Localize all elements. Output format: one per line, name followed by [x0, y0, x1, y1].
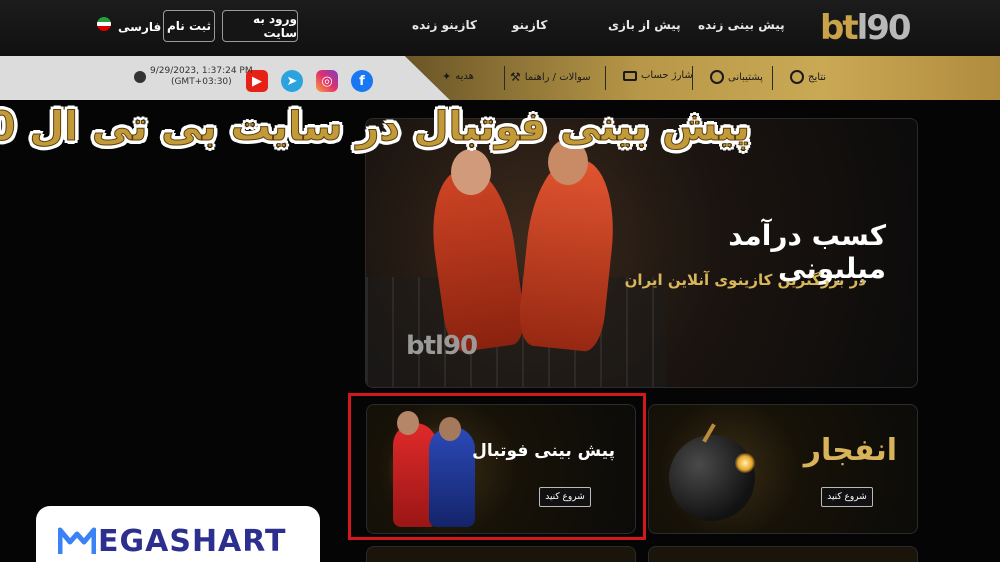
deposit-label: شارژ حساب — [641, 70, 693, 81]
results-label: نتایج — [808, 71, 827, 83]
top-navbar: bt l90 پیش بینی زنده پیش از بازی کازینو ک… — [0, 0, 1000, 56]
nav-casino[interactable]: کازینو — [512, 18, 547, 32]
nav-live-casino[interactable]: کازینو زنده — [412, 18, 477, 32]
page: bt l90 پیش بینی زنده پیش از بازی کازینو ک… — [0, 0, 1000, 562]
hammer-icon: ⚒ — [510, 70, 521, 84]
nav-pre-match[interactable]: پیش از بازی — [608, 18, 681, 32]
results-icon — [790, 70, 804, 84]
gift-label: هدیه — [455, 71, 474, 82]
subbar-menu-section — [405, 56, 1000, 100]
banner-logo: btl90 — [406, 331, 478, 361]
nav-live-betting[interactable]: پیش بینی زنده — [698, 18, 785, 32]
crash-game-card[interactable]: انفجار شروع کنید — [648, 404, 918, 534]
fuse-spark-icon — [735, 453, 755, 473]
gift-icon: ✦ — [442, 70, 452, 83]
crash-start-button[interactable]: شروع کنید — [821, 487, 873, 507]
globe-icon — [134, 71, 146, 83]
wallet-icon — [623, 70, 637, 81]
megashart-watermark: EGASHART — [36, 506, 320, 562]
language-selector[interactable]: فارسی — [118, 20, 161, 34]
bomb-icon — [669, 435, 755, 521]
banner-subtitle: در بزرگترین کازینوی آنلاین ایران — [624, 271, 866, 289]
highlight-frame — [348, 393, 646, 540]
support-label: پشتیبانی — [728, 71, 763, 83]
datetime-line2: (GMT+03:30) — [170, 77, 232, 87]
register-button[interactable]: ثبت نام — [163, 10, 215, 42]
instagram-icon[interactable]: ◎ — [316, 70, 338, 92]
subbar-divider — [605, 66, 606, 90]
subbar-divider — [504, 66, 505, 90]
logo-text-silver: l90 — [856, 8, 912, 48]
logo-text-gold: bt — [820, 8, 859, 48]
crash-card-title: انفجار — [803, 433, 897, 468]
game-card-partial[interactable] — [648, 546, 918, 562]
subbar-item-deposit[interactable]: شارژ حساب — [623, 70, 693, 81]
datetime-display: 9/29/2023, 1:37:24 PM (GMT+03:30) — [150, 66, 253, 88]
subbar-item-support[interactable]: پشتیبانی — [710, 70, 763, 84]
game-card-partial[interactable] — [366, 546, 636, 562]
datetime-line1: 9/29/2023, 1:37:24 PM — [150, 66, 253, 76]
subbar-item-results[interactable]: نتایج — [790, 70, 826, 84]
support-icon — [710, 70, 724, 84]
hero-banner[interactable]: کسب درآمد میلیونی در بزرگترین کازینوی آن… — [365, 118, 918, 388]
watermark-text: EGASHART — [98, 523, 287, 559]
megashart-logo-icon — [58, 527, 96, 554]
telegram-icon[interactable]: ➤ — [281, 70, 303, 92]
subbar-item-gift[interactable]: هدیه ✦ — [442, 70, 474, 83]
iran-flag-icon — [97, 17, 111, 31]
faq-label: سوالات / راهنما — [524, 71, 591, 83]
facebook-icon[interactable]: f — [351, 70, 373, 92]
article-headline: پیش بینی فوتبال در سایت بی تی ال 90 — [0, 104, 751, 151]
site-logo[interactable]: bt l90 — [820, 8, 920, 48]
login-button[interactable]: ورود به سایت — [222, 10, 298, 42]
subbar-divider — [772, 66, 773, 90]
subbar-item-faq[interactable]: سوالات / راهنما ⚒ — [510, 70, 591, 84]
